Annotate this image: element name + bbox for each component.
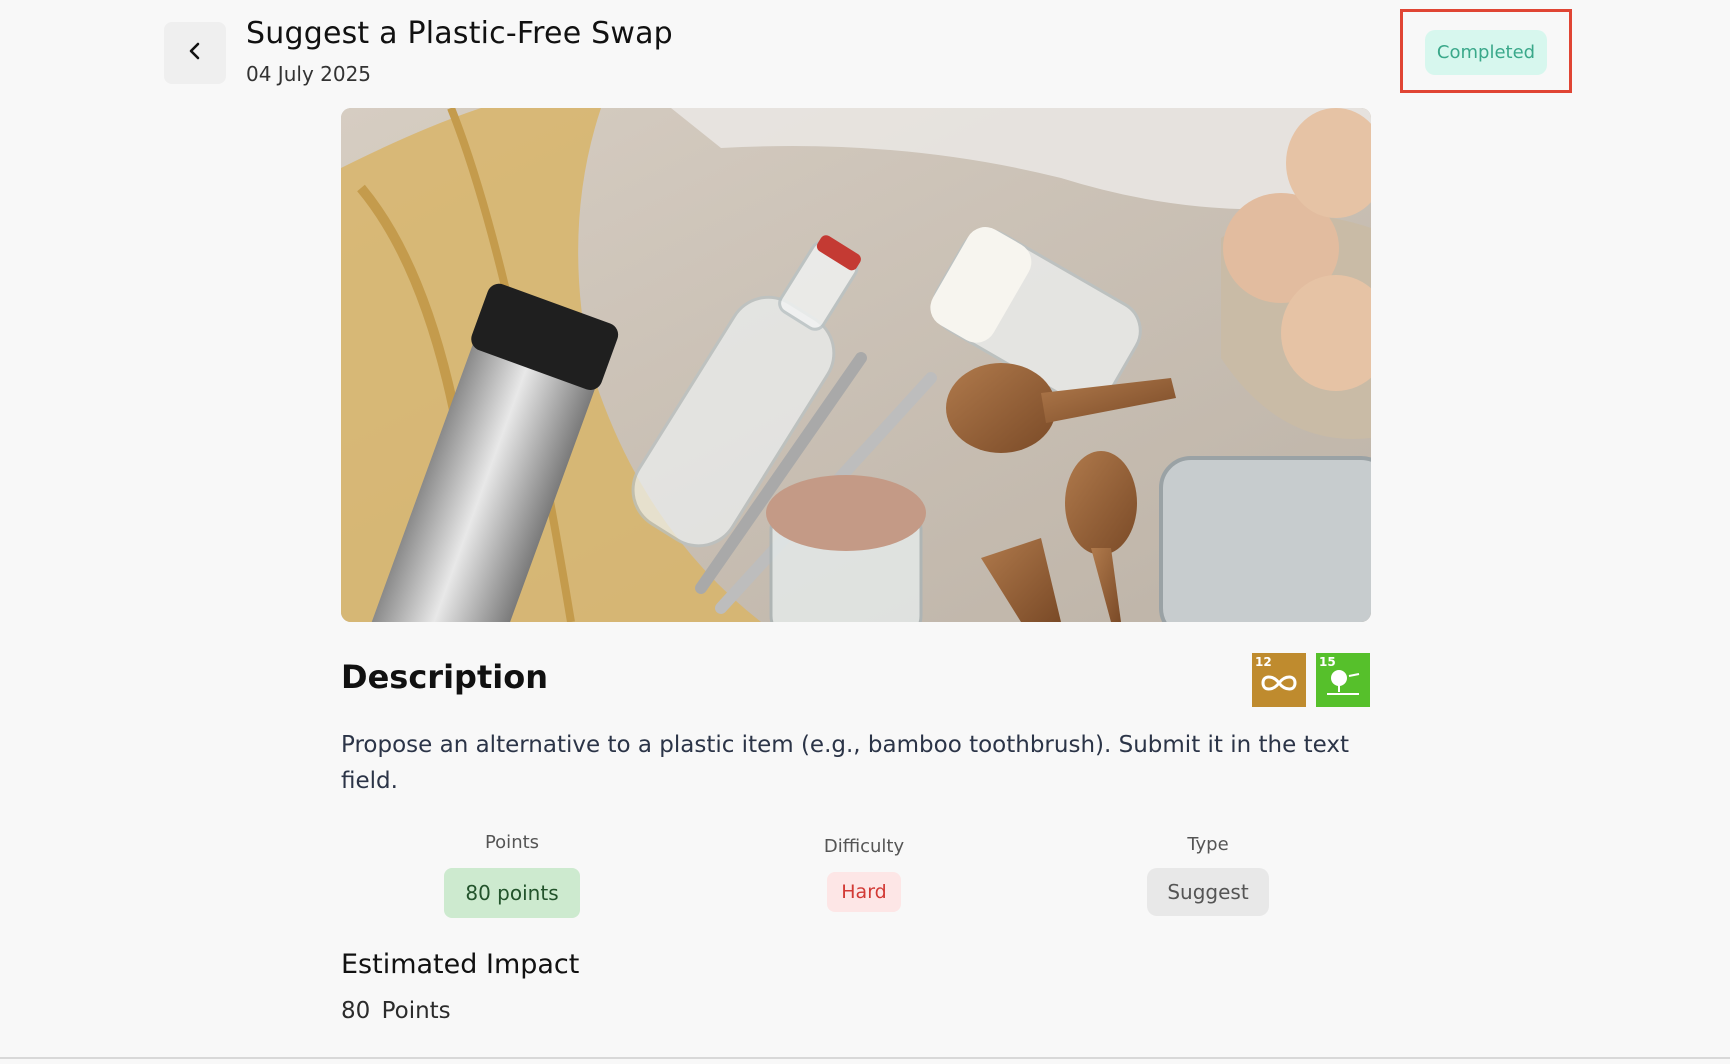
difficulty-badge: Hard <box>827 872 901 912</box>
difficulty-label: Difficulty <box>823 836 905 857</box>
type-badge: Suggest <box>1147 868 1269 916</box>
sdg-15-number: 15 <box>1319 655 1336 669</box>
status-badge: Completed <box>1425 30 1547 75</box>
chevron-left-icon <box>185 41 205 65</box>
back-button[interactable] <box>164 22 226 84</box>
description-heading: Description <box>341 658 548 696</box>
page-title: Suggest a Plastic-Free Swap <box>246 16 673 51</box>
hero-image <box>341 108 1371 622</box>
bottom-divider <box>0 1057 1730 1059</box>
points-label: Points <box>484 832 540 853</box>
description-text: Propose an alternative to a plastic item… <box>341 732 1349 794</box>
infinity-icon <box>1255 675 1303 698</box>
points-badge: 80 points <box>444 868 580 918</box>
sdg-12-badge: 12 <box>1252 653 1306 707</box>
sdg-12-number: 12 <box>1255 655 1272 669</box>
estimated-impact-heading: Estimated Impact <box>341 949 580 980</box>
estimated-impact-value: 80 Points <box>341 998 451 1024</box>
sdg-15-badge: 15 <box>1316 653 1370 707</box>
type-label: Type <box>1187 834 1229 855</box>
challenge-date: 04 July 2025 <box>246 62 372 86</box>
tree-icon <box>1319 670 1367 702</box>
